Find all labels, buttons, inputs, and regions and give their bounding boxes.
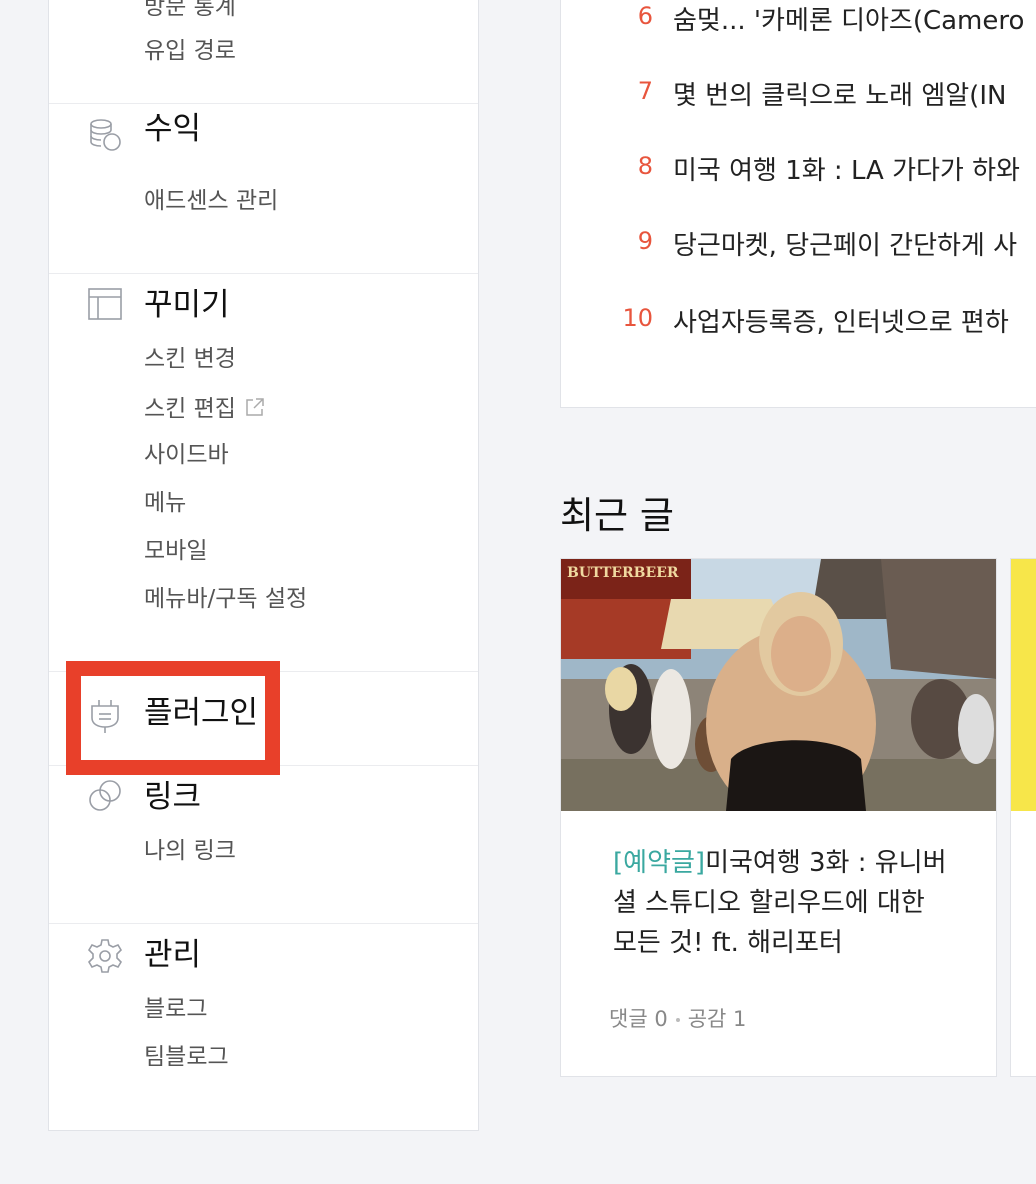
sidebar-item-menubar-subscribe[interactable]: 메뉴바/구독 설정 — [144, 588, 307, 611]
popular-post-rank: 6 — [637, 2, 653, 30]
external-link-icon — [246, 398, 264, 416]
recent-post-meta: 댓글 0 공감 1 — [609, 1003, 746, 1033]
sidebar-item-skin-change[interactable]: 스킨 변경 — [144, 348, 236, 371]
meta-separator — [675, 1018, 680, 1022]
plug-icon — [91, 700, 119, 733]
skin-edit-label: 스킨 편집 — [144, 396, 236, 422]
popular-post-title: 미국 여행 1화 : LA 가다가 하와 — [673, 156, 1020, 186]
popular-post-rank: 9 — [637, 227, 653, 255]
recent-post-thumbnail[interactable] — [1011, 559, 1036, 811]
like-count: 공감 1 — [687, 1007, 747, 1031]
plugin-section: 플러그인 — [49, 672, 478, 766]
design-section: 꾸미기 스킨 변경 스킨 편집 사이드바 메뉴 모바일 메뉴바/구독 설정 — [49, 274, 478, 672]
sidebar-item-adsense[interactable]: 애드센스 관리 — [144, 190, 278, 213]
thumbnail-photo: BUTTERBEER — [561, 559, 996, 811]
coins-icon — [90, 119, 121, 151]
sidebar-item-blog[interactable]: 블로그 — [144, 998, 207, 1021]
sidebar-title-design[interactable]: 꾸미기 — [144, 290, 230, 321]
popular-post-row[interactable]: 9 당근마켓, 당근페이 간단하게 사 — [561, 221, 1036, 261]
reserved-post-tag: [예약글] — [613, 848, 706, 878]
popular-post-title: 몇 번의 클릭으로 노래 엠알(IN — [673, 81, 1007, 111]
popular-post-title: 사업자등록증, 인터넷으로 편하 — [673, 308, 1009, 338]
popular-post-title: 숨멎... '카메론 디아즈(Camero — [673, 6, 1025, 36]
recent-post-thumbnail[interactable]: BUTTERBEER — [561, 559, 996, 811]
sidebar-item-mobile[interactable]: 모바일 — [144, 540, 207, 563]
sidebar-item-team-blog[interactable]: 팀블로그 — [144, 1046, 229, 1069]
sidebar-title-plugin[interactable]: 플러그인 — [144, 698, 258, 729]
popular-post-rank: 10 — [622, 304, 653, 332]
sidebar-title-link[interactable]: 링크 — [144, 782, 201, 813]
sidebar-item-sidebar[interactable]: 사이드바 — [144, 444, 229, 467]
popular-post-row[interactable]: 10 사업자등록증, 인터넷으로 편하 — [561, 298, 1036, 338]
recent-posts-heading: 최근 글 — [560, 494, 674, 537]
manage-section: 관리 블로그 팀블로그 — [49, 924, 478, 1130]
popular-post-row[interactable]: 8 미국 여행 1화 : LA 가다가 하와 — [561, 146, 1036, 186]
stats-section: 방문 통계 유입 경로 — [49, 0, 478, 104]
link-section: 링크 나의 링크 — [49, 766, 478, 924]
popular-post-rank: 8 — [637, 152, 653, 180]
sidebar-title-revenue[interactable]: 수익 — [144, 114, 201, 145]
popular-post-row[interactable]: 6 숨멎... '카메론 디아즈(Camero — [561, 0, 1036, 36]
thumbnail-butterbeer-sign: BUTTERBEER — [567, 565, 679, 581]
sidebar-item-menu[interactable]: 메뉴 — [144, 492, 186, 515]
recent-post-card[interactable] — [1010, 558, 1036, 1077]
sidebar-item-visit-stats[interactable]: 방문 통계 — [144, 0, 236, 19]
sidebar-title-manage[interactable]: 관리 — [144, 940, 201, 971]
popular-post-title: 당근마켓, 당근페이 간단하게 사 — [673, 231, 1018, 261]
popular-posts-panel: 6 숨멎... '카메론 디아즈(Camero 7 몇 번의 클릭으로 노래 엠… — [560, 0, 1036, 408]
revenue-section: 수익 애드센스 관리 — [49, 104, 478, 274]
popular-post-rank: 7 — [637, 77, 653, 105]
link-icon — [89, 780, 121, 811]
popular-post-row[interactable]: 7 몇 번의 클릭으로 노래 엠알(IN — [561, 71, 1036, 111]
sidebar-menu: 방문 통계 유입 경로 수익 애드센스 관리 꾸미기 스킨 변경 스킨 편집 사… — [48, 0, 479, 1131]
comment-count: 댓글 0 — [609, 1007, 668, 1031]
sidebar-item-my-link[interactable]: 나의 링크 — [144, 840, 236, 863]
recent-post-card[interactable]: BUTTERBEER [예약글]미국여행 3화 : 유니버셜 스튜디오 할리우드… — [560, 558, 997, 1077]
sidebar-item-referrers[interactable]: 유입 경로 — [144, 40, 236, 63]
recent-post-title[interactable]: [예약글]미국여행 3화 : 유니버셜 스튜디오 할리우드에 대한 모든 것! … — [613, 843, 953, 963]
layout-icon — [88, 288, 122, 320]
gear-icon — [87, 939, 123, 973]
sidebar-item-skin-edit[interactable]: 스킨 편집 — [144, 396, 266, 421]
